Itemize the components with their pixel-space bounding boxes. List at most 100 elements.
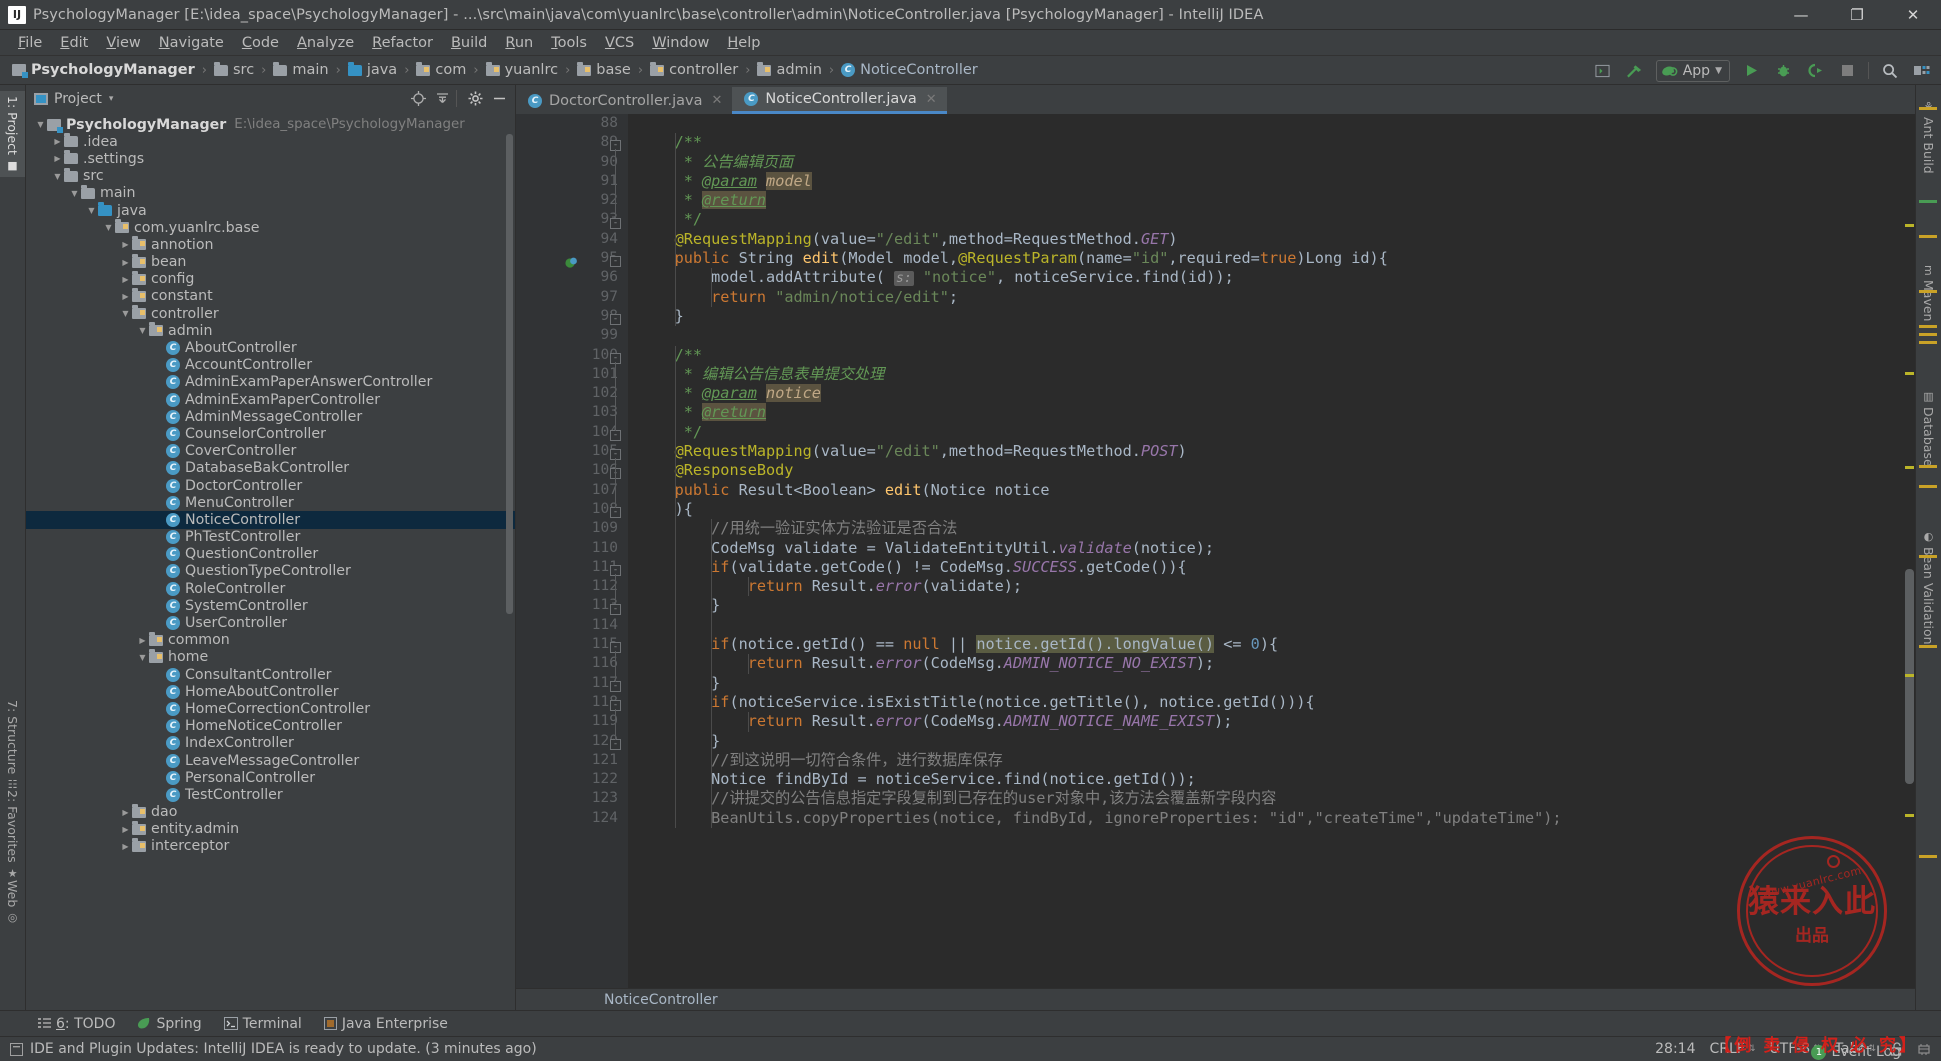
run-icon[interactable] xyxy=(1740,60,1762,82)
chevron-right-icon[interactable]: ▶ xyxy=(119,258,132,267)
tree-node-admin[interactable]: ▼admin xyxy=(26,322,515,339)
code-line[interactable]: /** xyxy=(638,346,1915,365)
menu-build[interactable]: Build xyxy=(442,33,496,53)
breadcrumb-item-noticecontroller[interactable]: CNoticeController xyxy=(838,62,981,78)
chevron-down-icon[interactable]: ▼ xyxy=(136,326,149,335)
breadcrumb-item-admin[interactable]: admin xyxy=(754,62,824,78)
code-line[interactable]: */ xyxy=(638,210,1915,229)
tree-file-personalcontroller[interactable]: CPersonalController xyxy=(26,769,515,786)
stop-icon[interactable] xyxy=(1836,60,1858,82)
collapse-all-icon[interactable] xyxy=(432,89,452,109)
tree-node-bean[interactable]: ▶bean xyxy=(26,254,515,271)
code-line[interactable]: return Result.error(CodeMsg.ADMIN_NOTICE… xyxy=(638,654,1915,673)
tree-file-counselorcontroller[interactable]: CCounselorController xyxy=(26,425,515,442)
editor-vertical-scrollbar[interactable] xyxy=(1903,114,1915,988)
tree-node-src[interactable]: ▼src xyxy=(26,168,515,185)
tree-node-interceptor[interactable]: ▶interceptor xyxy=(26,838,515,855)
tool-window-tab-bean-validation[interactable]: ◐Bean Validation xyxy=(1916,525,1941,650)
caret-position[interactable]: 28:14 xyxy=(1655,1041,1695,1057)
chevron-down-icon[interactable]: ▼ xyxy=(102,223,115,232)
menu-analyze[interactable]: Analyze xyxy=(288,33,363,53)
debug-icon[interactable] xyxy=(1772,60,1794,82)
chevron-right-icon[interactable]: ▶ xyxy=(119,842,132,851)
tree-node-common[interactable]: ▶common xyxy=(26,632,515,649)
tree-node-constant[interactable]: ▶constant xyxy=(26,288,515,305)
code-line[interactable]: Notice findById = noticeService.find(not… xyxy=(638,770,1915,789)
tree-file-menucontroller[interactable]: CMenuController xyxy=(26,494,515,511)
code-line[interactable]: //用统一验证实体方法验证是否合法 xyxy=(638,519,1915,538)
code-line[interactable]: * @return xyxy=(638,403,1915,422)
fold-toggle-icon[interactable]: - xyxy=(610,314,621,325)
tree-file-aboutcontroller[interactable]: CAboutController xyxy=(26,339,515,356)
code-line[interactable] xyxy=(638,114,1915,133)
tree-node-entity-admin[interactable]: ▶entity.admin xyxy=(26,821,515,838)
code-line[interactable]: if(notice.getId() == null || notice.getI… xyxy=(638,635,1915,654)
run-with-coverage-icon[interactable] xyxy=(1804,60,1826,82)
tree-file-consultantcontroller[interactable]: CConsultantController xyxy=(26,666,515,683)
editor-tab-noticecontroller-java[interactable]: CNoticeController.java✕ xyxy=(732,87,946,114)
project-tree[interactable]: ▼PsychologyManagerE:\idea_space\Psycholo… xyxy=(26,112,515,1010)
chevron-right-icon[interactable]: ▶ xyxy=(119,292,132,301)
tree-file-rolecontroller[interactable]: CRoleController xyxy=(26,580,515,597)
tool-window-tab-maven[interactable]: mMaven xyxy=(1916,260,1941,326)
code-line[interactable]: @RequestMapping(value="/edit",method=Req… xyxy=(638,230,1915,249)
project-tree-scrollbar[interactable] xyxy=(506,134,513,614)
chevron-down-icon[interactable]: ▼ xyxy=(119,309,132,318)
code-line[interactable]: return Result.error(CodeMsg.ADMIN_NOTICE… xyxy=(638,712,1915,731)
tree-file-adminexampaperanswercontroller[interactable]: CAdminExamPaperAnswerController xyxy=(26,374,515,391)
tree-file-doctorcontroller[interactable]: CDoctorController xyxy=(26,477,515,494)
chevron-down-icon[interactable]: ▼ xyxy=(68,189,81,198)
tree-node-com-yuanlrc-base[interactable]: ▼com.yuanlrc.base xyxy=(26,219,515,236)
fold-toggle-icon[interactable]: - xyxy=(610,430,621,441)
tree-file-adminmessagecontroller[interactable]: CAdminMessageController xyxy=(26,408,515,425)
breadcrumb-item-java[interactable]: java xyxy=(345,62,400,78)
spring-bean-gutter-icon[interactable] xyxy=(564,256,578,270)
tree-file-adminexampapercontroller[interactable]: CAdminExamPaperController xyxy=(26,391,515,408)
tool-window-spring[interactable]: Spring xyxy=(137,1016,201,1032)
fold-toggle-icon[interactable]: - xyxy=(610,507,621,518)
editor-tab-doctorcontroller-java[interactable]: CDoctorController.java✕ xyxy=(516,87,732,114)
close-icon[interactable]: ✕ xyxy=(926,92,937,107)
breadcrumb-item-src[interactable]: src xyxy=(211,62,257,78)
code-line[interactable]: //到这说明一切符合条件，进行数据库保存 xyxy=(638,751,1915,770)
menu-tools[interactable]: Tools xyxy=(542,33,596,53)
code-editor[interactable]: --------------- 888990919293949596979899… xyxy=(516,114,1915,988)
code-line[interactable]: @ResponseBody xyxy=(638,461,1915,480)
breadcrumb-item-psychologymanager[interactable]: PsychologyManager xyxy=(9,62,198,78)
tool-window-tab-7-structure[interactable]: 7: Structure☷ xyxy=(0,695,25,796)
tree-file-phtestcontroller[interactable]: CPhTestController xyxy=(26,529,515,546)
code-line[interactable]: if(noticeService.isExistTitle(notice.get… xyxy=(638,693,1915,712)
code-line[interactable]: } xyxy=(638,307,1915,326)
error-stripe-marker[interactable] xyxy=(1905,372,1914,375)
breadcrumb-item-main[interactable]: main xyxy=(270,62,331,78)
code-line[interactable]: * @param model xyxy=(638,172,1915,191)
code-line[interactable]: //讲提交的公告信息指定字段复制到已存在的user对象中,该方法会覆盖新字段内容 xyxy=(638,789,1915,808)
event-log-button[interactable]: 1 Event Log xyxy=(1811,1044,1901,1060)
chevron-down-icon[interactable]: ▼ xyxy=(85,206,98,215)
tree-node-psychologymanager[interactable]: ▼PsychologyManagerE:\idea_space\Psycholo… xyxy=(26,116,515,133)
line-separator-widget[interactable]: CRLF⇅ xyxy=(1709,1041,1755,1057)
tool-window-tab-database[interactable]: ▥Database xyxy=(1916,385,1941,472)
menu-help[interactable]: Help xyxy=(718,33,769,53)
fold-toggle-icon[interactable]: - xyxy=(610,739,621,750)
menu-edit[interactable]: Edit xyxy=(51,33,97,53)
chevron-right-icon[interactable]: ▶ xyxy=(136,636,149,645)
code-line[interactable]: return "admin/notice/edit"; xyxy=(638,288,1915,307)
code-line[interactable]: */ xyxy=(638,423,1915,442)
editor-breadcrumb[interactable]: NoticeController xyxy=(516,988,1915,1010)
editor-gutter[interactable]: --------------- 888990919293949596979899… xyxy=(516,114,628,988)
code-line[interactable]: public String edit(Model model,@RequestP… xyxy=(638,249,1915,268)
hide-panel-icon[interactable] xyxy=(489,89,509,109)
chevron-down-icon[interactable]: ▾ xyxy=(109,94,114,104)
run-configuration-selector[interactable]: App ▼ xyxy=(1656,60,1730,82)
tool-window-tab-web[interactable]: Web◎ xyxy=(0,875,25,929)
code-line[interactable] xyxy=(638,326,1915,345)
code-content[interactable]: /** * 公告编辑页面 * @param model * @return */… xyxy=(628,114,1915,988)
breadcrumb-item-controller[interactable]: controller xyxy=(647,62,741,78)
tree-file-homenoticecontroller[interactable]: CHomeNoticeController xyxy=(26,718,515,735)
search-everywhere-icon[interactable] xyxy=(1879,60,1901,82)
tree-file-homeaboutcontroller[interactable]: CHomeAboutController xyxy=(26,683,515,700)
tool-window-tab-2-favorites[interactable]: 2: Favorites★ xyxy=(0,785,25,885)
code-line[interactable]: @RequestMapping(value="/edit",method=Req… xyxy=(638,442,1915,461)
code-line[interactable] xyxy=(638,616,1915,635)
